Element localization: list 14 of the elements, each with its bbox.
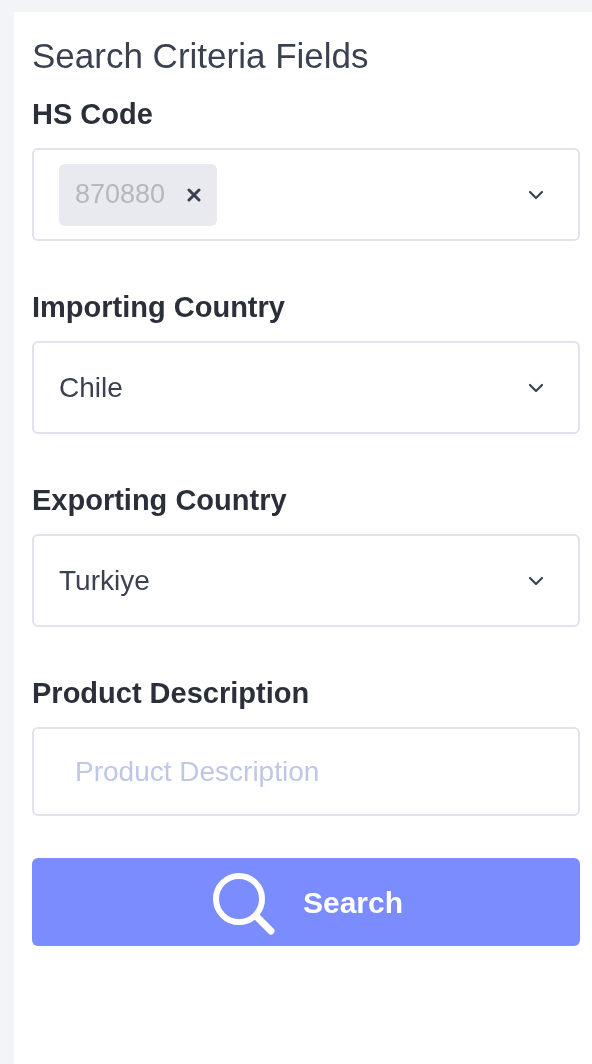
chevron-down-icon — [528, 382, 544, 393]
dropdown-field[interactable]: Turkiye — [32, 534, 580, 627]
text-input-field[interactable]: Product Description — [32, 727, 580, 816]
field-label: HS Code — [32, 97, 153, 132]
field-label: Product Description — [32, 676, 310, 711]
field-label: Exporting Country — [32, 483, 287, 518]
field-label: Importing Country — [32, 290, 285, 325]
selected-value: Turkiye — [59, 563, 150, 598]
remove-tag-icon[interactable] — [187, 187, 202, 202]
chevron-down-icon — [528, 189, 544, 200]
selected-value: Chile — [59, 370, 123, 405]
dropdown-field[interactable]: Chile — [32, 341, 580, 434]
panel-title: Search Criteria Fields — [32, 35, 369, 77]
chevron-down-icon — [528, 575, 544, 586]
